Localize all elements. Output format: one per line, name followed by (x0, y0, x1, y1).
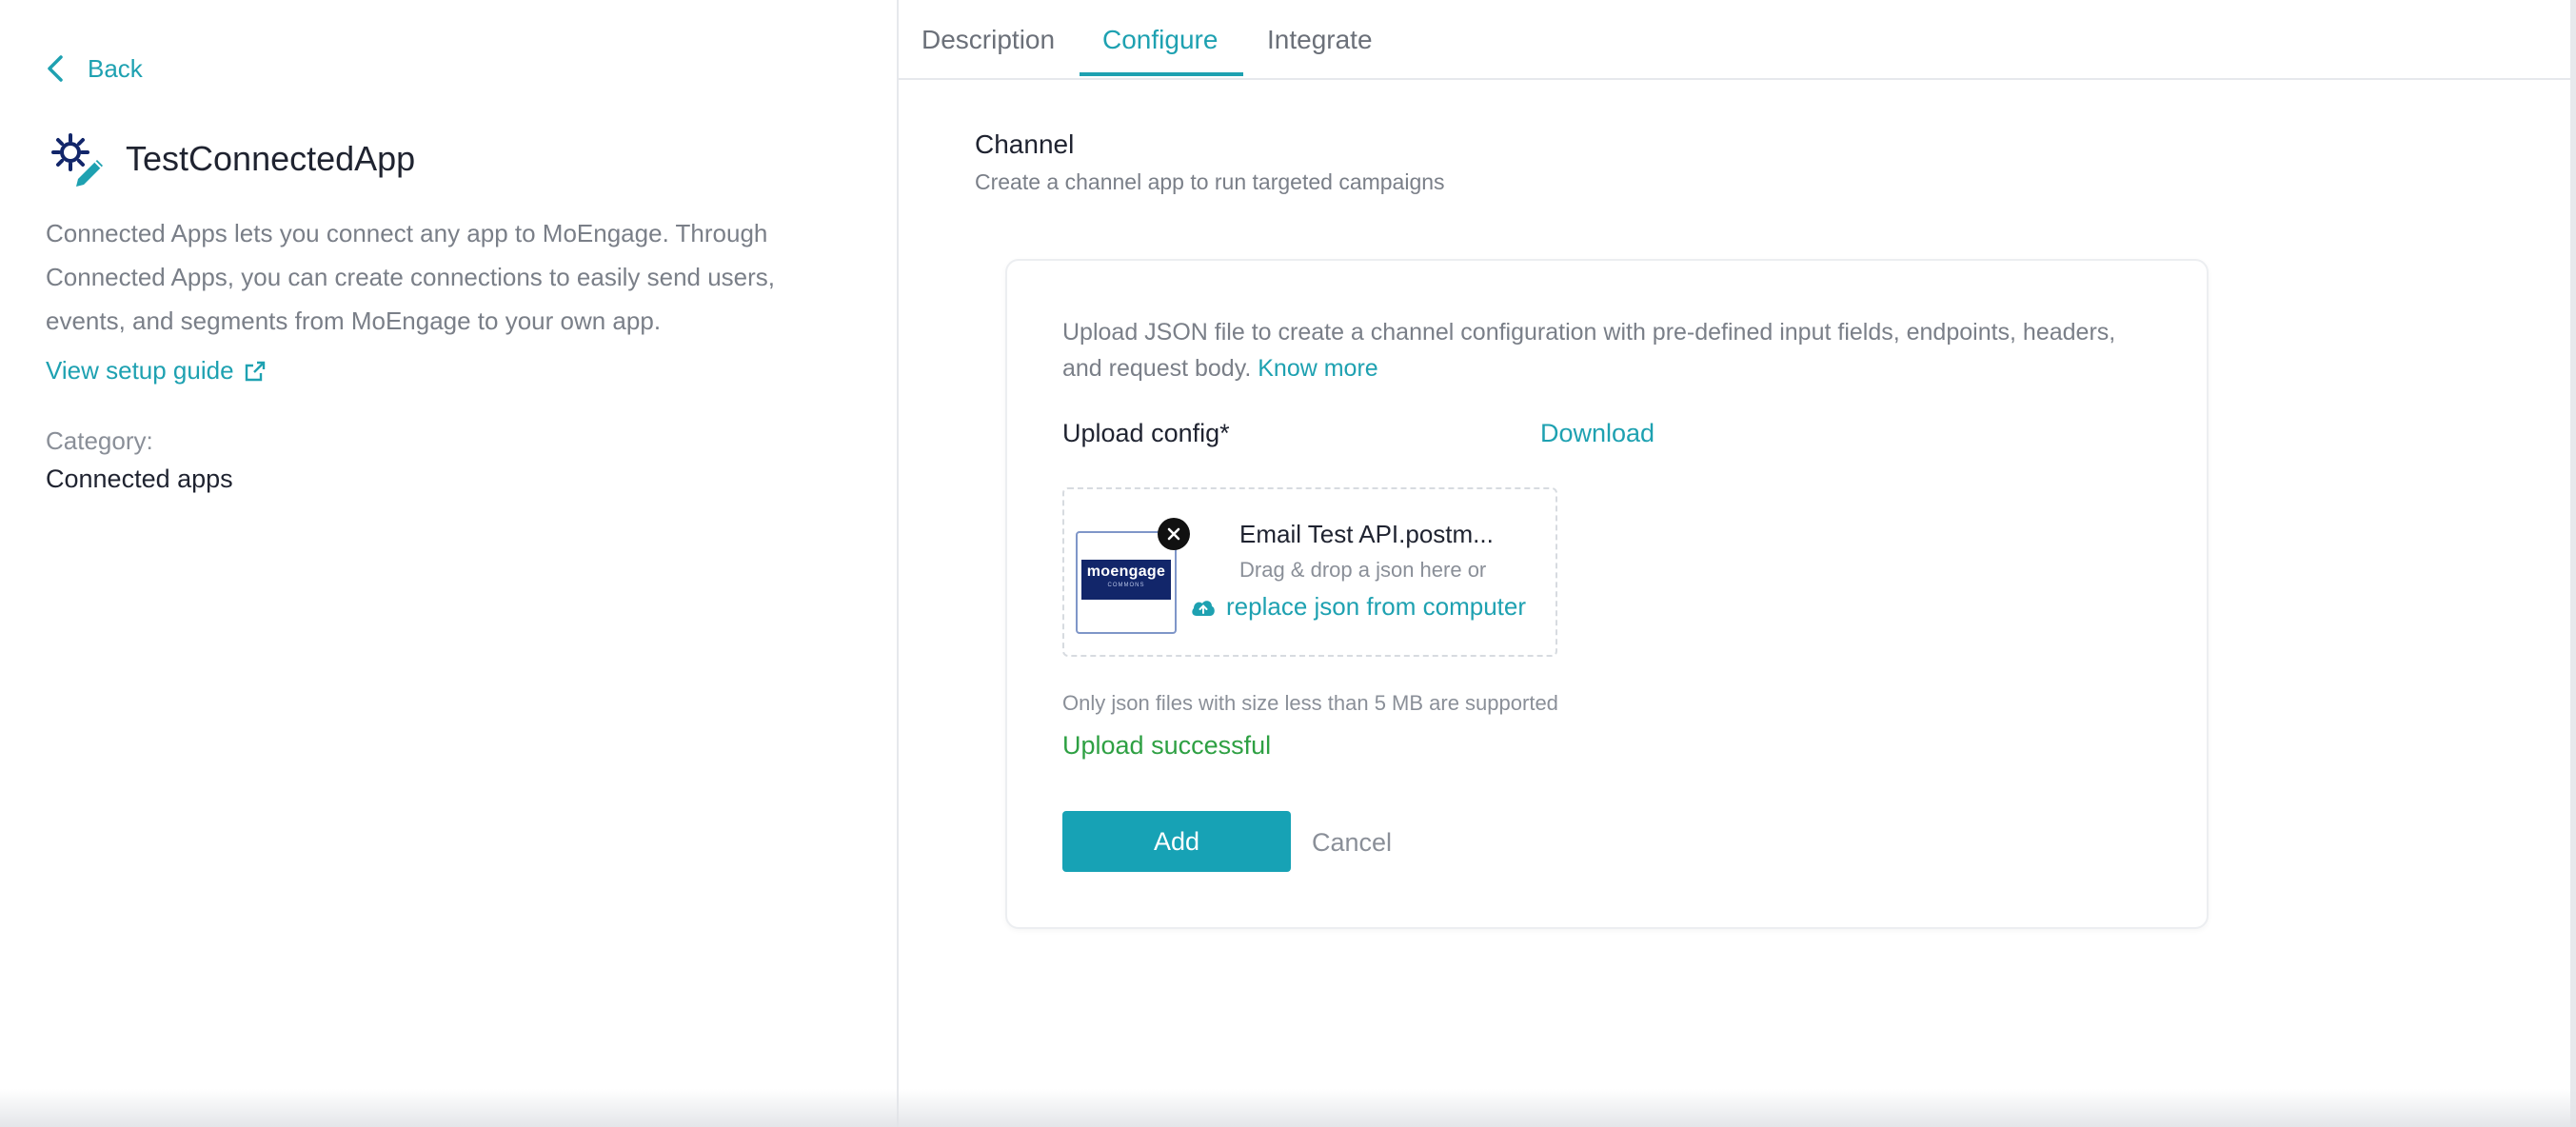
app-header: TestConnectedApp (48, 129, 415, 188)
section-title: Channel (975, 129, 1075, 159)
tab-description[interactable]: Description (921, 25, 1055, 55)
left-panel: Back TestConnectedApp Connected Apps let… (0, 0, 899, 1127)
chevron-left-icon (48, 55, 63, 82)
setup-guide-label: View setup guide (46, 356, 234, 385)
scrollbar-track[interactable] (2570, 0, 2576, 1127)
bottom-shadow (0, 1089, 2576, 1127)
tab-integrate[interactable]: Integrate (1267, 25, 1373, 55)
remove-file-button[interactable] (1158, 518, 1190, 550)
card-description: Upload JSON file to create a channel con… (1062, 314, 2129, 386)
upload-config-label: Upload config* (1062, 419, 1230, 447)
app-title: TestConnectedApp (126, 139, 416, 178)
moengage-logo: moengage COMMONS (1081, 560, 1171, 600)
know-more-link[interactable]: Know more (1258, 355, 1377, 382)
replace-json-button[interactable]: replace json from computer (1190, 592, 1526, 622)
app-description: Connected Apps lets you connect any app … (46, 219, 776, 335)
close-icon (1167, 527, 1180, 541)
drag-drop-hint: Drag & drop a json here or (1239, 558, 1487, 582)
tab-configure[interactable]: Configure (1102, 25, 1218, 55)
replace-json-label: replace json from computer (1226, 592, 1527, 621)
add-button[interactable]: Add (1062, 811, 1291, 872)
section-subtitle: Create a channel app to run targeted cam… (975, 169, 1445, 194)
download-link[interactable]: Download (1540, 419, 1655, 448)
category-label: Category: (46, 426, 153, 455)
thumb-sub-text: COMMONS (1107, 583, 1145, 588)
file-size-note: Only json files with size less than 5 MB… (1062, 691, 1558, 715)
category-value: Connected apps (46, 465, 233, 493)
upload-status: Upload successful (1062, 731, 1272, 760)
cloud-upload-icon (1192, 600, 1215, 616)
thumb-logo-text: moengage (1086, 564, 1166, 580)
json-dropzone[interactable]: moengage COMMONS Email Test API.postm...… (1062, 487, 1557, 657)
view-setup-guide-link[interactable]: View setup guide (46, 356, 267, 386)
card-description-text: Upload JSON file to create a channel con… (1062, 319, 2116, 382)
cancel-button[interactable]: Cancel (1312, 828, 1392, 858)
back-button[interactable]: Back (44, 53, 143, 84)
file-name: Email Test API.postm... (1239, 520, 1494, 548)
back-label: Back (88, 53, 143, 83)
active-tab-indicator (1080, 72, 1243, 76)
gear-pencil-icon (48, 129, 107, 188)
external-link-icon (245, 361, 265, 381)
upload-config-card: Upload JSON file to create a channel con… (1005, 259, 2209, 929)
file-thumbnail: moengage COMMONS (1076, 531, 1177, 634)
